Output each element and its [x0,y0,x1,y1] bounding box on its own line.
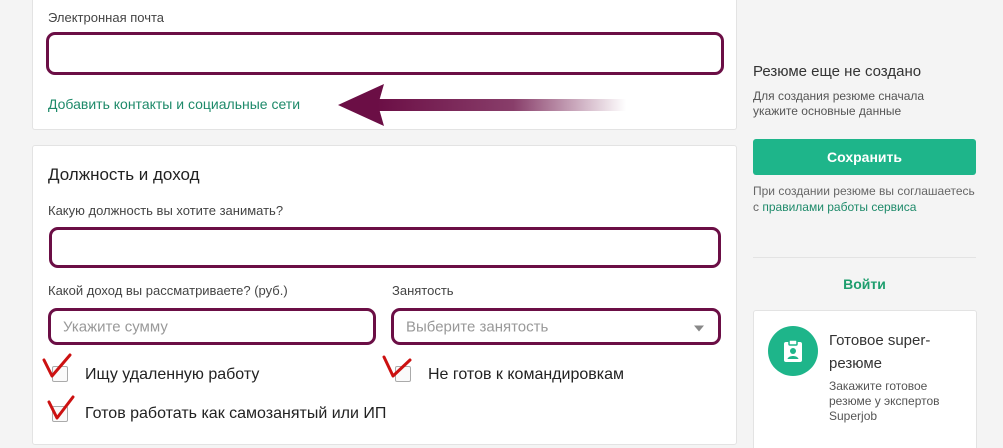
terms-text: При создании резюме вы соглашаетесь с пр… [753,183,978,215]
checkmark-icon [42,353,72,378]
remote-checkbox-label: Ищу удаленную работу [85,366,260,383]
section-title: Должность и доход [48,165,200,184]
job-field[interactable] [49,227,721,268]
chevron-down-icon [694,325,704,331]
resume-status-title: Резюме еще не создано [753,63,922,80]
employment-select[interactable]: Выберите занятость [391,308,721,345]
clipboard-person-icon [768,326,818,376]
promo-desc: Закажите готовое резюме у экспертов Supe… [829,379,940,423]
sidebar-divider [753,257,976,258]
add-contacts-link[interactable]: Добавить контакты и социальные сети [48,96,300,112]
checkmark-icon [382,355,412,378]
arrow-left-icon [338,84,626,126]
position-card: Должность и доход Какую должность вы хот… [32,145,737,445]
employment-placeholder: Выберите занятость [406,318,549,335]
email-field[interactable] [46,32,724,75]
income-placeholder: Укажите сумму [63,318,168,335]
email-label: Электронная почта [48,10,165,25]
income-input[interactable]: Укажите сумму [48,308,376,345]
no-trips-checkbox-label: Не готов к командировкам [428,366,624,383]
self-employed-checkbox-label: Готов работать как самозанятый или ИП [85,405,387,422]
login-link[interactable]: Войти [753,276,976,292]
save-button[interactable]: Сохранить [753,139,976,175]
employment-label: Занятость [392,283,454,298]
job-label: Какую должность вы хотите занимать? [48,203,284,218]
resume-status-desc: Для создания резюме сначала укажите осно… [753,89,925,118]
checkmark-icon [47,395,75,420]
super-resume-promo[interactable]: Готовое super-резюме Закажите готовое ре… [753,310,977,448]
terms-link[interactable]: правилами работы сервиса [762,200,916,214]
income-label: Какой доход вы рассматриваете? (руб.) [48,283,288,298]
promo-title: Готовое super-резюме [829,332,931,372]
